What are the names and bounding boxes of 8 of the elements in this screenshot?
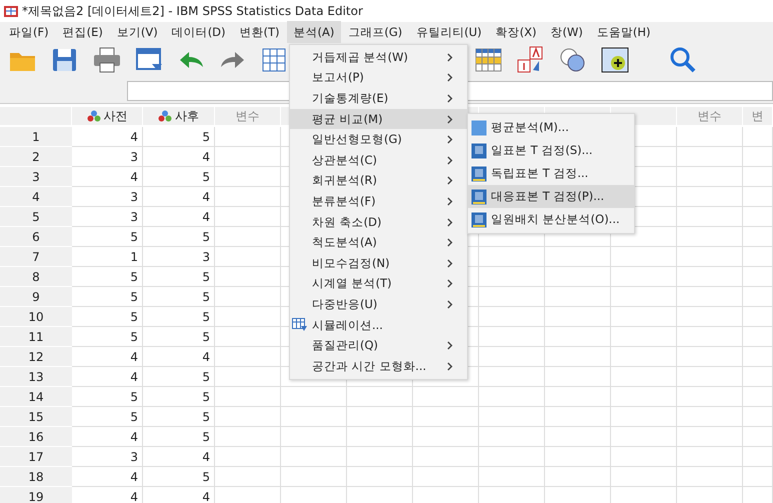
menu-item-label: 독립표본 T 검정...	[491, 166, 588, 181]
column-label: 사전	[104, 108, 128, 124]
window-title: *제목없음2 [데이터세트2] - IBM SPSS Statistics Data Editor	[22, 2, 363, 20]
menu-item-label: 대응표본 T 검정(P)...	[491, 189, 604, 204]
menu-item-label: 평균분석(M)...	[491, 120, 569, 135]
menu-item-label: 일표본 T 검정(S)...	[491, 143, 593, 158]
column-label: 사후	[175, 108, 199, 124]
menu-item-label: 일원배치 분산분석(O)...	[491, 212, 620, 227]
